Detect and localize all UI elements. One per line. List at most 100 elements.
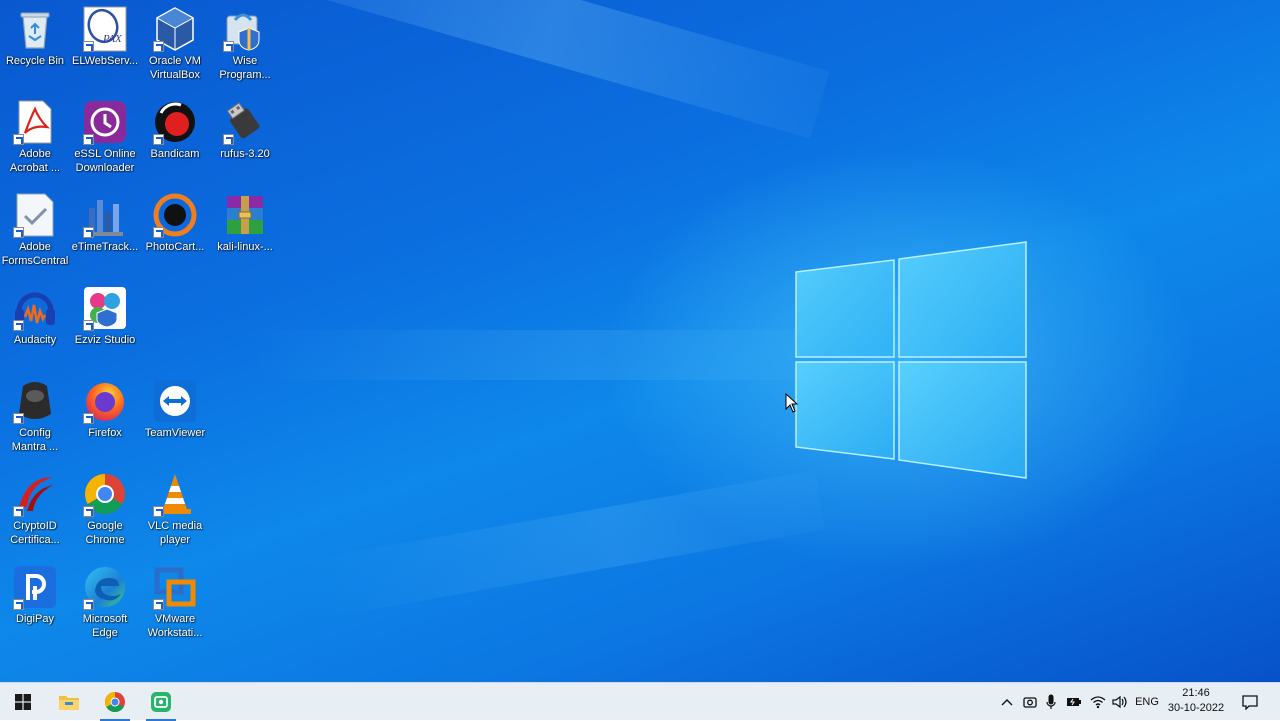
taskbar-clock[interactable]: 21:46 30-10-2022 — [1162, 686, 1230, 716]
desktop-icon-firefox[interactable]: Firefox — [70, 372, 140, 460]
icon-label: Oracle VM VirtualBox — [149, 55, 201, 81]
tray-volume-button[interactable] — [1110, 683, 1130, 721]
file-explorer-icon — [59, 696, 79, 710]
desktop-icon-google-chrome[interactable]: Google Chrome — [70, 465, 140, 553]
etimetrack-icon — [83, 192, 127, 238]
icon-label: rufus-3.20 — [220, 148, 270, 160]
icon-label: Ezviz Studio — [74, 334, 136, 346]
desktop-icon-kali-linux-archive[interactable]: kali-linux-... — [210, 186, 280, 274]
desktop-icon-wise-program[interactable]: Wise Program... — [210, 0, 280, 88]
shortcut-arrow-icon — [153, 227, 164, 238]
icon-label: Wise Program... — [219, 55, 271, 81]
tray-camera-button[interactable] — [1020, 683, 1040, 721]
shortcut-arrow-icon — [83, 320, 94, 331]
notification-icon — [1242, 694, 1258, 710]
icon-label: eTimeTrack... — [71, 241, 139, 253]
speaker-volume-icon — [1112, 695, 1127, 709]
desktop-icon-etimetrack[interactable]: eTimeTrack... — [70, 186, 140, 274]
adobe-formscentral-icon — [13, 192, 57, 238]
desktop-icon-virtualbox[interactable]: Oracle VM VirtualBox — [140, 0, 210, 88]
vlc-icon — [153, 471, 197, 517]
edge-icon — [83, 564, 127, 610]
desktop-icon-elwebserv[interactable]: PAX ELWebServ... — [70, 0, 140, 88]
shortcut-arrow-icon — [223, 134, 234, 145]
desktop-icon-teamviewer[interactable]: TeamViewer — [140, 372, 210, 460]
winrar-archive-icon — [223, 192, 267, 238]
action-center-button[interactable] — [1236, 683, 1264, 721]
desktop-icon-microsoft-edge[interactable]: Microsoft Edge — [70, 558, 140, 646]
desktop-background[interactable]: Recycle Bin PAX ELWebServ... Oracle VM V… — [0, 0, 1280, 682]
desktop-icon-recycle-bin[interactable]: Recycle Bin — [0, 0, 70, 88]
shortcut-arrow-icon — [13, 134, 24, 145]
shortcut-arrow-icon — [83, 227, 94, 238]
taskbar-screen-recorder[interactable] — [138, 683, 184, 721]
recycle-bin-icon — [13, 6, 57, 52]
desktop-icon-vmware-workstation[interactable]: VMware Workstati... — [140, 558, 210, 646]
audacity-icon — [13, 285, 57, 331]
show-hidden-icons-button[interactable] — [998, 683, 1016, 721]
shortcut-arrow-icon — [13, 599, 24, 610]
icon-label: VMware Workstati... — [147, 613, 203, 639]
vmware-icon — [153, 564, 197, 610]
virtualbox-icon — [153, 6, 197, 52]
icon-label: CryptoID Certifica... — [10, 520, 60, 546]
desktop-icon-adobe-acrobat[interactable]: Adobe Acrobat ... — [0, 93, 70, 181]
desktop-icon-audacity[interactable]: Audacity — [0, 279, 70, 367]
icon-label: Firefox — [88, 427, 122, 439]
firefox-icon — [83, 378, 127, 424]
rufus-icon — [223, 99, 267, 145]
photocart-icon — [153, 192, 197, 238]
bandicam-icon — [153, 99, 197, 145]
screen-recorder-icon — [151, 692, 171, 712]
teamviewer-icon — [153, 378, 197, 424]
icon-label: kali-linux-... — [217, 241, 273, 253]
taskbar: ENG 21:46 30-10-2022 — [0, 682, 1280, 721]
icon-label: Microsoft Edge — [82, 613, 128, 639]
desktop-icon-ezviz-studio[interactable]: Ezviz Studio — [70, 279, 140, 367]
wise-program-icon — [223, 6, 267, 52]
clock-time: 21:46 — [1182, 687, 1210, 699]
shortcut-arrow-icon — [83, 134, 94, 145]
wallpaper-light-beam — [250, 330, 810, 380]
windows-logo-wallpaper-icon — [795, 241, 1027, 479]
icon-label: eSSL Online Downloader — [74, 148, 136, 174]
desktop-icon-bandicam[interactable]: Bandicam — [140, 93, 210, 181]
shortcut-arrow-icon — [83, 413, 94, 424]
essl-downloader-icon — [83, 99, 127, 145]
tray-microphone-button[interactable] — [1042, 683, 1060, 721]
tray-network-button[interactable] — [1088, 683, 1108, 721]
desktop-icon-cryptoid[interactable]: CryptoID Certifica... — [0, 465, 70, 553]
desktop-icon-rufus[interactable]: rufus-3.20 — [210, 93, 280, 181]
icon-label: Bandicam — [150, 148, 200, 160]
tray-battery-button[interactable] — [1064, 683, 1084, 721]
icon-label: ELWebServ... — [71, 55, 139, 67]
shortcut-arrow-icon — [83, 506, 94, 517]
cryptoid-icon — [13, 471, 57, 517]
start-button[interactable] — [0, 683, 46, 721]
microphone-icon — [1046, 694, 1056, 709]
desktop-icon-adobe-formscentral[interactable]: Adobe FormsCentral — [0, 186, 70, 274]
taskbar-google-chrome[interactable] — [92, 683, 138, 721]
battery-charging-icon — [1067, 698, 1081, 706]
adobe-acrobat-icon — [13, 99, 57, 145]
desktop-icon-essl-downloader[interactable]: eSSL Online Downloader — [70, 93, 140, 181]
icon-label: Config Mantra ... — [11, 427, 59, 453]
icon-label: VLC media player — [147, 520, 203, 546]
shortcut-arrow-icon — [153, 506, 164, 517]
desktop-icon-vlc[interactable]: VLC media player — [140, 465, 210, 553]
input-language-indicator[interactable]: ENG — [1134, 683, 1160, 721]
icon-label: DigiPay — [16, 613, 54, 625]
taskbar-file-explorer[interactable] — [46, 683, 92, 721]
shortcut-arrow-icon — [13, 413, 24, 424]
icon-label: Adobe FormsCentral — [1, 241, 69, 267]
desktop-icon-config-mantra[interactable]: Config Mantra ... — [0, 372, 70, 460]
chrome-icon — [83, 471, 127, 517]
shortcut-arrow-icon — [83, 41, 94, 52]
desktop-icon-photocart[interactable]: PhotoCart... — [140, 186, 210, 274]
desktop-icon-digipay[interactable]: DigiPay — [0, 558, 70, 646]
shortcut-arrow-icon — [13, 227, 24, 238]
shortcut-arrow-icon — [153, 41, 164, 52]
wifi-icon — [1090, 696, 1106, 709]
shortcut-arrow-icon — [223, 41, 234, 52]
ezviz-studio-icon — [83, 285, 127, 331]
